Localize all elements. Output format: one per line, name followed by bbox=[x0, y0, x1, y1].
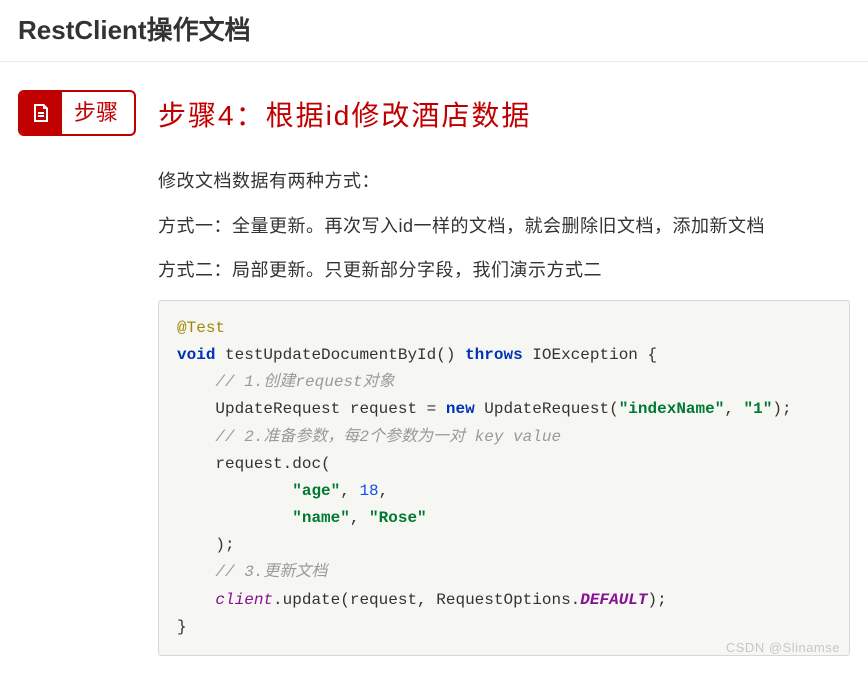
content: 步骤 步骤4：根据id修改酒店数据 修改文档数据有两种方式： 方式一：全量更新。… bbox=[0, 62, 868, 675]
step-chip-label: 步骤 bbox=[62, 92, 134, 134]
code-comment-2: // 2.准备参数，每2个参数为一对 key value bbox=[215, 428, 561, 446]
code-method-name: testUpdateDocumentById() bbox=[215, 346, 465, 364]
desc-method1: 方式一：全量更新。再次写入id一样的文档，就会删除旧文档，添加新文档 bbox=[158, 211, 850, 242]
section-title: 步骤4：根据id修改酒店数据 bbox=[158, 94, 850, 134]
code-comma1: , bbox=[724, 400, 743, 418]
code-keyword-void: void bbox=[177, 346, 215, 364]
code-str-name: "name" bbox=[292, 509, 350, 527]
code-annotation: @Test bbox=[177, 319, 225, 337]
main-section: 步骤4：根据id修改酒店数据 修改文档数据有两种方式： 方式一：全量更新。再次写… bbox=[158, 90, 850, 655]
code-line2a: UpdateRequest request = bbox=[215, 400, 445, 418]
code-str-age: "age" bbox=[292, 482, 340, 500]
code-comma2: , bbox=[340, 482, 359, 500]
code-str-rose: "Rose" bbox=[369, 509, 427, 527]
code-str-id: "1" bbox=[744, 400, 773, 418]
page-title: RestClient操作文档 bbox=[18, 10, 850, 47]
code-num-18: 18 bbox=[359, 482, 378, 500]
code-str-index: "indexName" bbox=[619, 400, 725, 418]
code-line4: ); bbox=[215, 536, 234, 554]
code-line5a: .update(request, RequestOptions. bbox=[273, 591, 580, 609]
code-line3: request.doc( bbox=[215, 455, 330, 473]
code-block: @Test void testUpdateDocumentById() thro… bbox=[158, 300, 850, 656]
code-comma4: , bbox=[350, 509, 369, 527]
code-line5b: ); bbox=[648, 591, 667, 609]
code-comma3: , bbox=[379, 482, 389, 500]
code-const-default: DEFAULT bbox=[580, 591, 647, 609]
code-field-client: client bbox=[215, 591, 273, 609]
code-keyword-new: new bbox=[446, 400, 475, 418]
desc-method2: 方式二：局部更新。只更新部分字段，我们演示方式二 bbox=[158, 255, 850, 286]
code-throws-type: IOException { bbox=[523, 346, 657, 364]
desc-intro: 修改文档数据有两种方式： bbox=[158, 166, 850, 197]
code-line2b: UpdateRequest( bbox=[475, 400, 619, 418]
code-close: } bbox=[177, 618, 187, 636]
code-line2c: ); bbox=[772, 400, 791, 418]
document-icon bbox=[20, 92, 62, 134]
code-comment-1: // 1.创建request对象 bbox=[215, 373, 394, 391]
step-chip: 步骤 bbox=[18, 90, 136, 136]
header: RestClient操作文档 bbox=[0, 0, 868, 62]
code-keyword-throws: throws bbox=[465, 346, 523, 364]
code-comment-3: // 3.更新文档 bbox=[215, 563, 327, 581]
